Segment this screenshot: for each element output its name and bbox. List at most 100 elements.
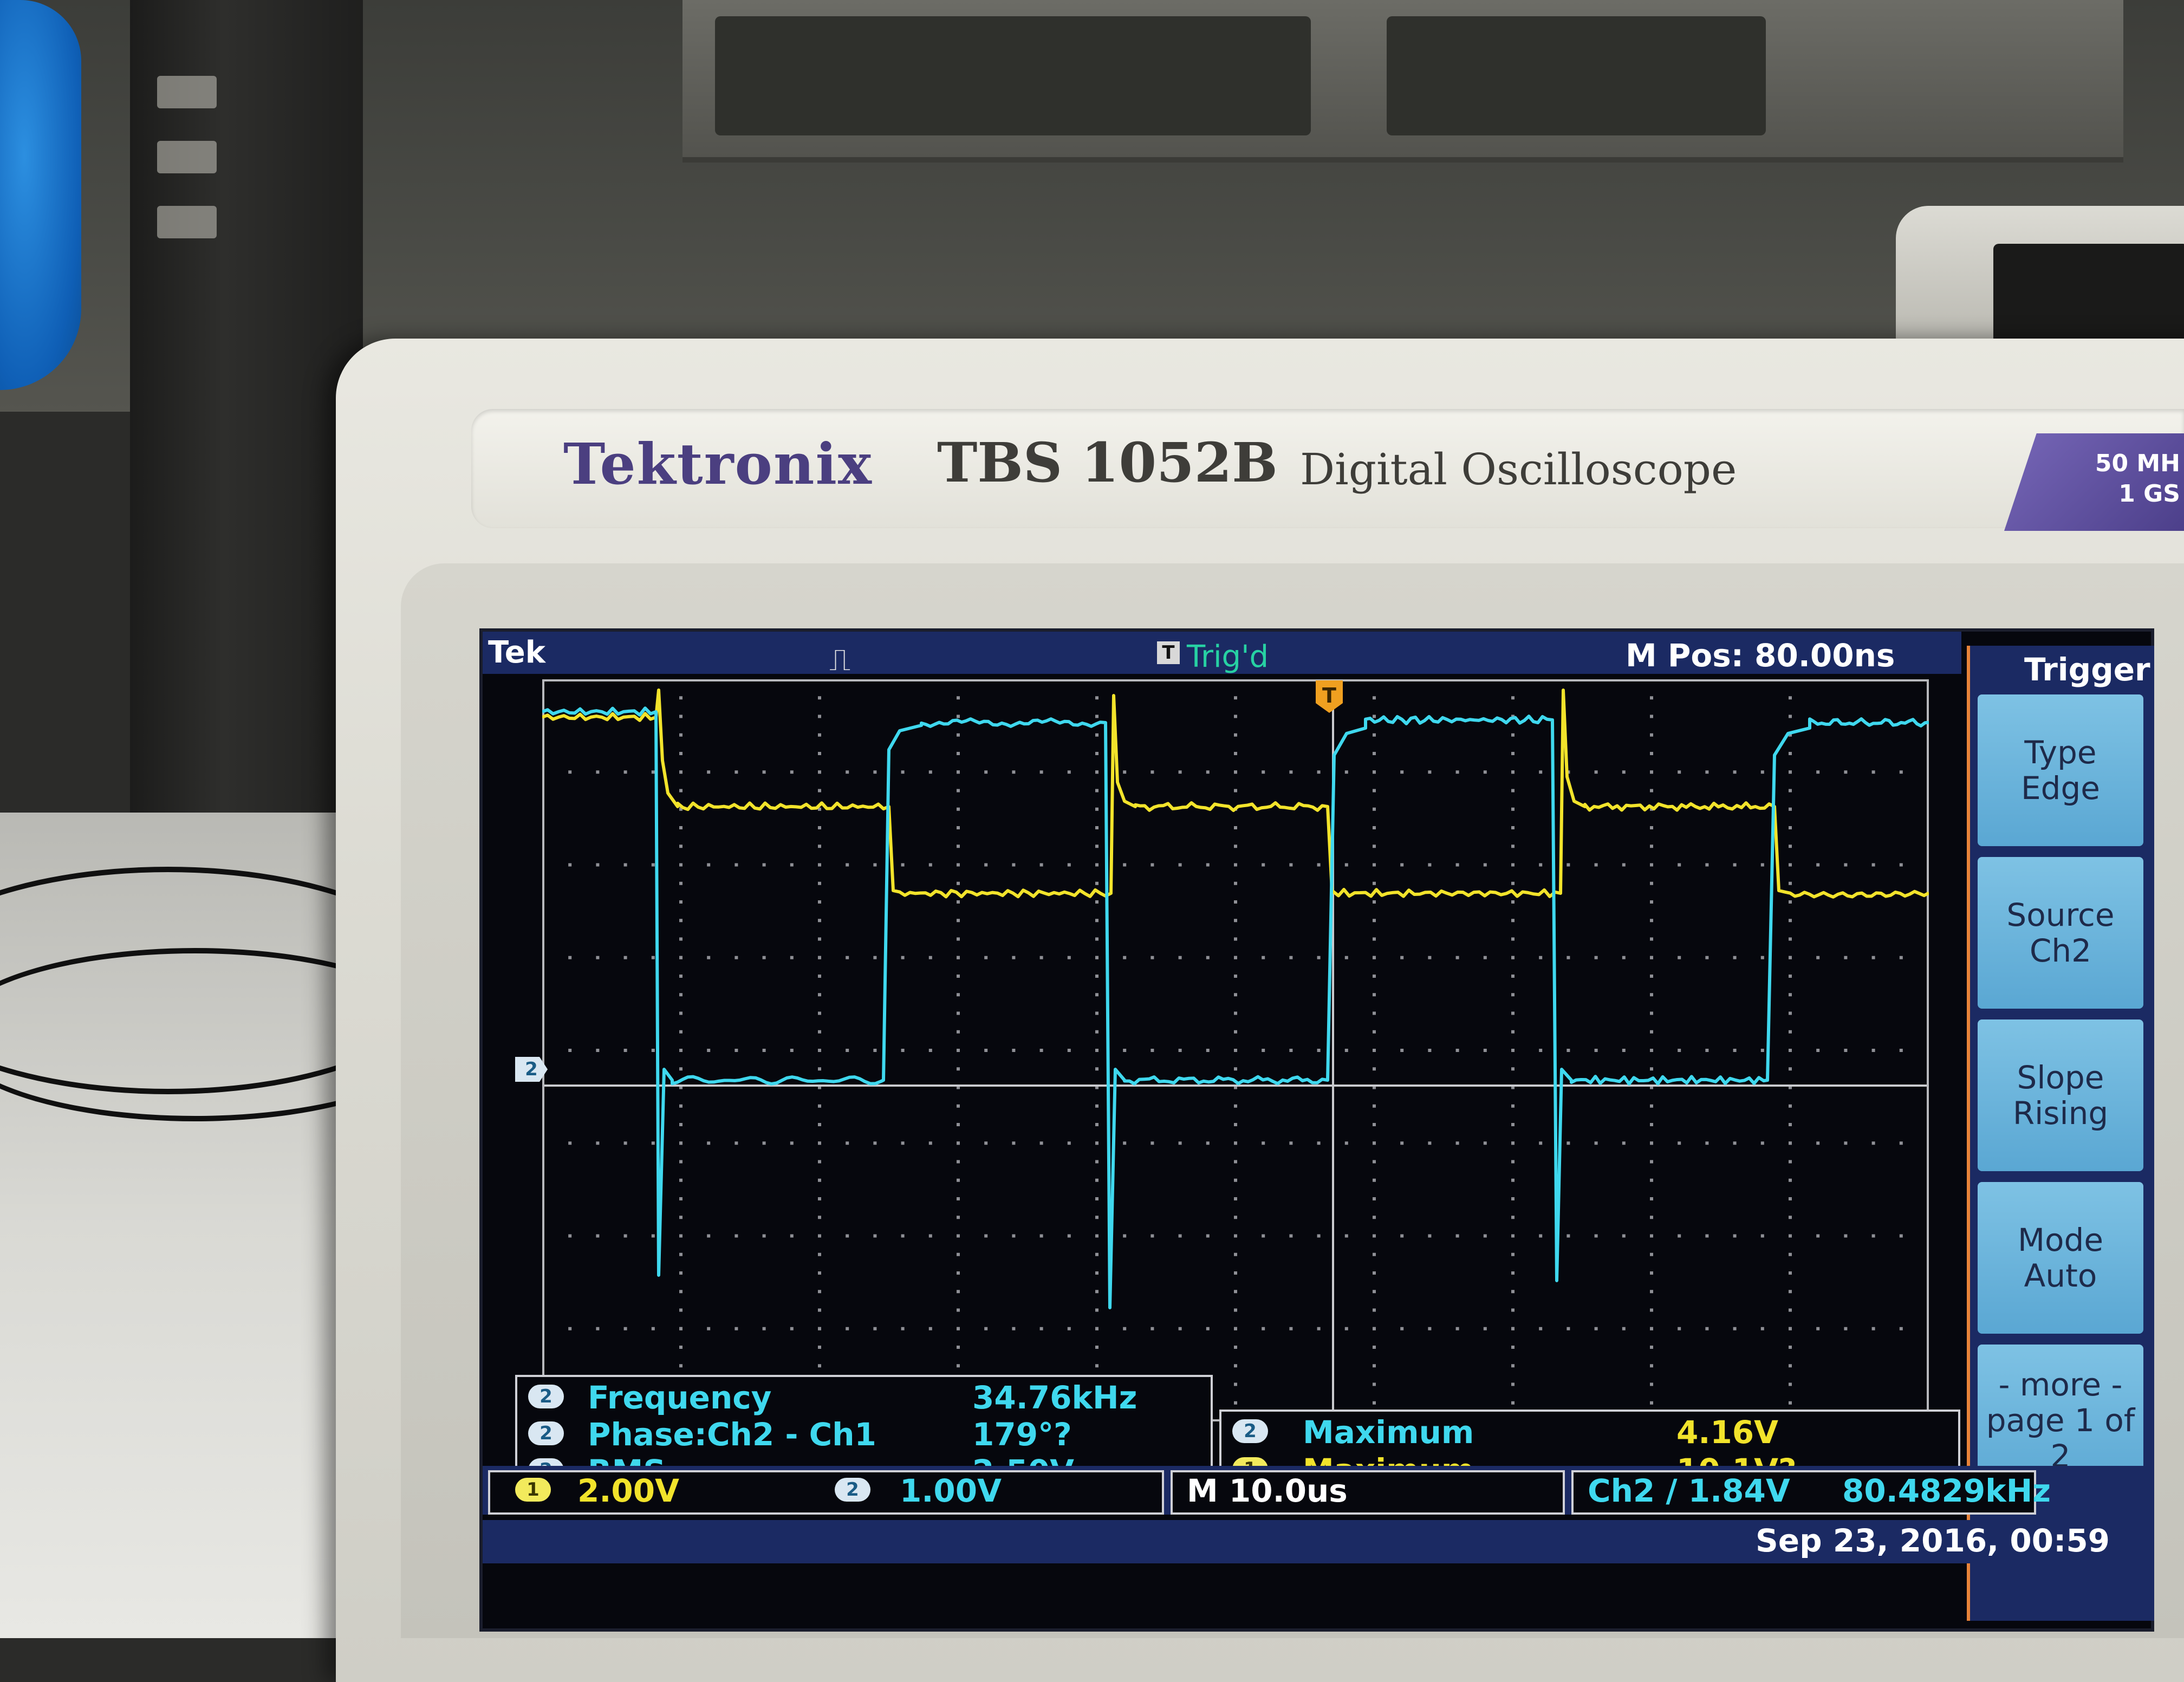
grid-dot (1095, 975, 1098, 978)
grid-dot (1760, 1141, 1764, 1145)
brand-logo: Tektronix (563, 431, 873, 497)
grid-dot (1234, 1271, 1237, 1275)
grid-dot (1816, 1327, 1820, 1330)
grid-dot (1373, 752, 1376, 755)
trigger-source-button[interactable]: Source Ch2 (1978, 857, 2143, 1009)
grid-dot (873, 1141, 877, 1145)
grid-dot (1511, 1216, 1514, 1219)
grid-dot (734, 1141, 738, 1145)
grid-dot (818, 1308, 821, 1312)
trigger-slope-button[interactable]: Slope Rising (1978, 1019, 2143, 1171)
grid-dot (1373, 1049, 1376, 1052)
grid-dot (818, 1104, 821, 1108)
grid-dot (901, 863, 905, 867)
grid-dot (762, 1049, 766, 1052)
grid-dot (1344, 1141, 1348, 1145)
grid-dot (1899, 863, 1903, 867)
grid-dot (679, 1141, 682, 1145)
grid-dot (1650, 1160, 1653, 1164)
grid-dot (818, 1049, 821, 1052)
grid-dot (1095, 919, 1098, 923)
grid-dot (1760, 770, 1764, 774)
grid-dot (1539, 1234, 1543, 1238)
grid-dot (818, 919, 821, 923)
grid-dot (623, 770, 627, 774)
grid-dot (1871, 863, 1875, 867)
grid-dot (1428, 1049, 1432, 1052)
grid-dot (984, 770, 988, 774)
grid-dot (1373, 919, 1376, 923)
grid-dot (596, 1327, 600, 1330)
grid-dot (1789, 1141, 1792, 1145)
grid-dot (957, 1308, 960, 1312)
grid-dot (1234, 733, 1237, 737)
menu-button-value: page 1 of 2 (1986, 1402, 2135, 1475)
grid-dot (1650, 1364, 1653, 1368)
measurement-value: 34.76kHz (972, 1379, 1138, 1416)
menu-button-label: Slope (2017, 1059, 2104, 1096)
grid-dot (1789, 770, 1792, 774)
shelf-slot (1387, 16, 1766, 135)
grid-dot (1012, 1327, 1016, 1330)
grid-dot (1234, 1123, 1237, 1126)
grid-dot (1483, 1141, 1487, 1145)
grid-dot (1650, 715, 1653, 718)
grid-dot (568, 770, 572, 774)
grid-dot (1844, 863, 1848, 867)
grid-dot (928, 1141, 932, 1145)
grid-dot (957, 863, 960, 867)
grid-dot (1705, 1234, 1709, 1238)
grid-dot (1289, 1234, 1293, 1238)
grid-dot (679, 881, 682, 885)
grid-dot (1373, 1030, 1376, 1034)
grid-dot (1511, 1271, 1514, 1275)
measurement-row: 2 Maximum 4.16V (1221, 1414, 1958, 1451)
grid-dot (846, 1327, 849, 1330)
grid-dot (1705, 1141, 1709, 1145)
grid-dot (679, 1123, 682, 1126)
grid-dot (818, 845, 821, 848)
trigger-type-button[interactable]: Type Edge (1978, 694, 2143, 846)
grid-dot (1178, 1049, 1182, 1052)
grid-dot (1594, 770, 1598, 774)
grid-dot (1844, 1049, 1848, 1052)
grid-dot (762, 1234, 766, 1238)
grid-dot (1511, 1104, 1514, 1108)
grid-dot (957, 919, 960, 923)
grid-dot (1178, 956, 1182, 959)
grid-dot (1095, 1049, 1098, 1052)
grid-dot (679, 826, 682, 829)
grid-dot (957, 1346, 960, 1349)
trigger-mode-button[interactable]: Mode Auto (1978, 1182, 2143, 1334)
grid-dot (1373, 956, 1376, 959)
grid-dot (1789, 1030, 1792, 1034)
grid-dot (762, 1327, 766, 1330)
grid-dot (1594, 863, 1598, 867)
grid-dot (1373, 1197, 1376, 1200)
grid-dot (1067, 1141, 1071, 1145)
grid-dot (1234, 752, 1237, 755)
grid-dot (818, 993, 821, 997)
grid-dot (1234, 789, 1237, 793)
grid-dot (1566, 1049, 1570, 1052)
trigger-status-icon: T (1157, 641, 1180, 664)
grid-dot (818, 733, 821, 737)
grid-dot (1789, 826, 1792, 829)
grid-dot (1400, 1049, 1404, 1052)
grid-dot (984, 1049, 988, 1052)
grid-dot (1234, 956, 1237, 959)
grid-dot (651, 863, 655, 867)
grid-dot (957, 1178, 960, 1182)
trigger-menu-title: Trigger (2024, 651, 2150, 688)
grid-dot (1622, 863, 1626, 867)
grid-dot (957, 789, 960, 793)
grid-dot (568, 1327, 572, 1330)
grid-dot (1844, 770, 1848, 774)
grid-dot (1539, 863, 1543, 867)
ch2-scale: 1.00V (900, 1472, 1002, 1509)
grid-dot (1871, 1234, 1875, 1238)
grid-dot (1511, 1252, 1514, 1256)
grid-dot (1650, 1382, 1653, 1386)
grid-dot (1373, 1216, 1376, 1219)
grid-dot (957, 975, 960, 978)
